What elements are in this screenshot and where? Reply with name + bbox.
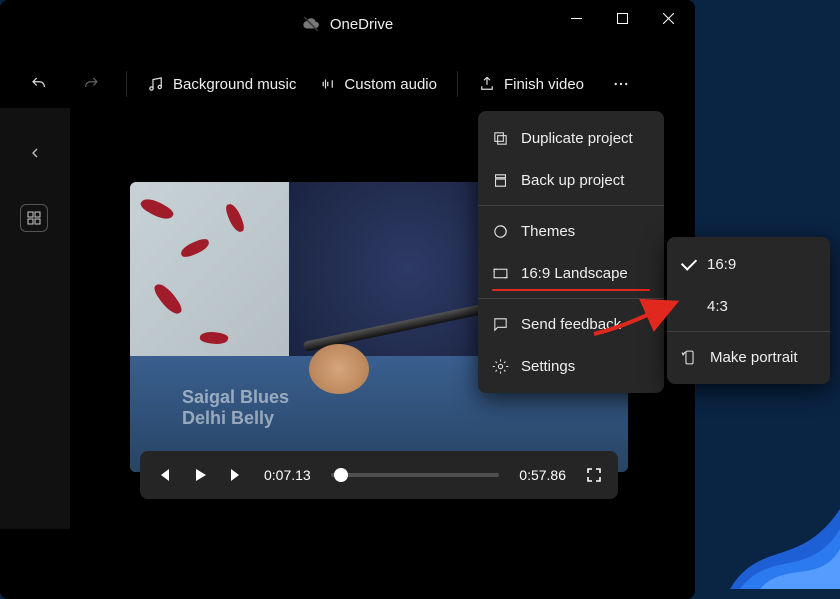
aspect-ratio-submenu: 16:9 4:3 Make portrait — [667, 237, 830, 384]
menu-label: 16:9 Landscape — [521, 265, 628, 282]
background-music-label: Background music — [173, 76, 296, 93]
timeline-thumb[interactable] — [334, 468, 348, 482]
background-music-button[interactable]: Background music — [145, 66, 298, 102]
menu-separator — [478, 298, 664, 299]
waveform-icon — [318, 75, 336, 93]
menu-backup-project[interactable]: Back up project — [478, 159, 664, 201]
custom-audio-label: Custom audio — [344, 76, 437, 93]
toolbar-divider — [126, 71, 127, 97]
project-library-strip — [0, 108, 70, 529]
play-button[interactable] — [192, 467, 208, 483]
next-frame-button[interactable] — [228, 467, 244, 483]
menu-aspect-ratio[interactable]: 16:9 Landscape — [478, 252, 664, 294]
finish-video-button[interactable]: Finish video — [476, 66, 586, 102]
playback-controls: 0:07.13 0:57.86 — [140, 451, 618, 499]
export-icon — [478, 75, 496, 93]
prev-frame-button[interactable] — [156, 467, 172, 483]
toolbar-divider — [457, 71, 458, 97]
menu-label: Settings — [521, 358, 575, 375]
watermark-line1: Saigal Blues — [182, 387, 289, 409]
submenu-label: 16:9 — [707, 256, 736, 273]
submenu-4-3[interactable]: 4:3 — [667, 285, 830, 327]
current-time: 0:07.13 — [264, 467, 311, 483]
watermark-line2: Delhi Belly — [182, 408, 289, 430]
menu-label: Send feedback — [521, 316, 621, 333]
duplicate-icon — [492, 130, 509, 147]
minimize-button[interactable] — [553, 0, 599, 36]
submenu-label: 4:3 — [707, 298, 728, 315]
feedback-icon — [492, 316, 509, 333]
gear-icon — [492, 358, 509, 375]
menu-label: Back up project — [521, 172, 624, 189]
library-view-button[interactable] — [20, 204, 48, 232]
collapse-chevron-icon[interactable] — [30, 148, 40, 158]
fullscreen-button[interactable] — [586, 467, 602, 483]
more-options-menu: Duplicate project Back up project Themes… — [478, 111, 664, 393]
submenu-label: Make portrait — [710, 349, 798, 366]
titlebar: OneDrive — [0, 0, 695, 48]
finish-video-label: Finish video — [504, 76, 584, 93]
grid-icon — [27, 211, 41, 225]
timeline-slider[interactable] — [331, 473, 500, 477]
close-button[interactable] — [645, 0, 691, 36]
windows-ribbon-decor — [730, 429, 840, 589]
submenu-make-portrait[interactable]: Make portrait — [667, 336, 830, 378]
rotate-portrait-icon — [681, 349, 698, 366]
total-time: 0:57.86 — [519, 467, 566, 483]
menu-label: Themes — [521, 223, 575, 240]
preview-watermark: Saigal Blues Delhi Belly — [182, 387, 289, 430]
aspect-ratio-icon — [492, 265, 509, 282]
menu-label: Duplicate project — [521, 130, 633, 147]
menu-themes[interactable]: Themes — [478, 210, 664, 252]
custom-audio-button[interactable]: Custom audio — [316, 66, 439, 102]
redo-button[interactable] — [74, 66, 108, 102]
menu-send-feedback[interactable]: Send feedback — [478, 303, 664, 345]
themes-icon — [492, 223, 509, 240]
backup-icon — [492, 172, 509, 189]
submenu-separator — [667, 331, 830, 332]
submenu-16-9[interactable]: 16:9 — [667, 243, 830, 285]
cloud-off-icon — [302, 15, 320, 33]
menu-settings[interactable]: Settings — [478, 345, 664, 387]
video-editor-window: OneDrive Background music Custom audio F… — [0, 0, 695, 599]
more-options-button[interactable] — [604, 66, 638, 102]
menu-separator — [478, 205, 664, 206]
undo-button[interactable] — [22, 66, 56, 102]
top-toolbar: Background music Custom audio Finish vid… — [0, 60, 695, 108]
menu-duplicate-project[interactable]: Duplicate project — [478, 117, 664, 159]
project-title: OneDrive — [330, 16, 393, 33]
maximize-button[interactable] — [599, 0, 645, 36]
music-notes-icon — [147, 75, 165, 93]
ellipsis-icon — [612, 75, 630, 93]
